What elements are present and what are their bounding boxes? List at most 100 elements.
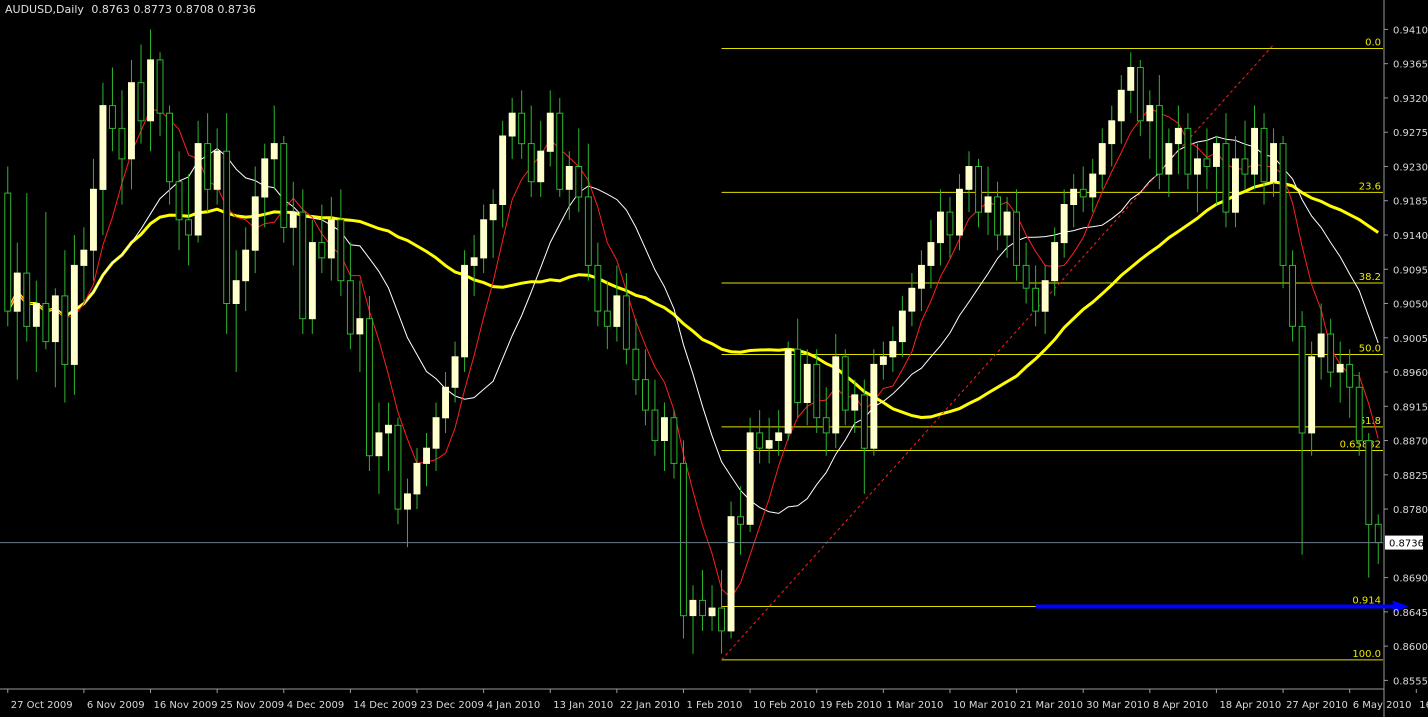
candle-body [946,211,954,236]
candle-body [575,166,583,198]
candle-body [622,295,630,350]
candle-body [965,166,973,190]
y-tick-label: 0.9185 [1393,197,1428,208]
x-tick-label: 10 Feb 2010 [753,700,815,711]
x-tick-label: 27 Apr 2010 [1286,700,1348,711]
candle-body [166,112,174,183]
candle-body [784,348,792,434]
x-tick-label: 21 Mar 2010 [1020,700,1083,711]
candle-body [1270,143,1277,183]
x-tick-label: 4 Jan 2010 [487,700,541,711]
candle-body [1279,143,1287,266]
candle-body [1032,287,1040,312]
candle-body [394,424,402,510]
candle-body [4,192,12,312]
candle-body [1041,280,1049,312]
candle-body [822,417,830,434]
candle-body [70,264,78,365]
x-tick-label: 22 Jan 2010 [620,700,680,711]
candle-body [1251,127,1258,175]
candle-body [1308,356,1316,434]
ohlc-readout: 0.8763 0.8773 0.8708 0.8736 [91,3,255,16]
candle-body [708,607,716,617]
x-tick-label: 23 Dec 2009 [420,700,484,711]
candle-body [13,272,21,312]
x-tick-label: 1 Mar 2010 [886,700,943,711]
candle-body [1003,211,1011,236]
candle-body [213,150,221,190]
candle-body [1136,67,1144,122]
candle-body [175,181,183,221]
chart-title: AUDUSD,Daily 0.8763 0.8773 0.8708 0.8736 [5,3,256,16]
candle-body [270,143,278,160]
candle-body [432,417,440,449]
candlestick-chart[interactable]: 0.023.638.250.061.80.658820.914100.0 0.9… [0,0,1428,717]
candle-body [632,348,640,381]
candle-body [118,127,126,160]
candle-body [289,211,297,228]
candle-body [613,295,621,327]
x-tick-label: 25 Nov 2009 [220,700,284,711]
candle-body [898,310,906,343]
candle-body [280,143,288,228]
x-tick-label: 27 Oct 2009 [11,700,73,711]
x-tick-label: 14 Dec 2009 [353,700,417,711]
candle-body [1089,173,1097,198]
candle-body [1241,158,1249,175]
candle-body [32,303,40,327]
candle-body [346,280,354,335]
candle-body [1194,158,1201,175]
candle-body [870,363,878,449]
x-tick-label: 18 Apr 2010 [1219,700,1281,711]
y-tick-label: 0.8915 [1393,402,1428,413]
x-tick-label: 1 Feb 2010 [686,700,742,711]
candle-body [109,105,116,129]
candle-body [1298,325,1306,434]
candle-body [385,424,392,434]
candle-body [737,516,744,525]
candle-body [1365,440,1373,525]
candle-body [137,82,145,122]
candle-body [1117,89,1125,122]
candle-body [584,196,592,266]
candle-body [841,356,849,411]
candle-body [727,516,735,632]
candle [556,97,564,197]
candle-body [1327,333,1335,373]
candle-body [661,417,668,442]
candle-body [746,432,754,525]
candle-body [1222,143,1230,213]
candle-body [1374,523,1382,544]
candle-body [1213,143,1220,167]
candle-body [42,303,50,343]
candle-body [1022,264,1030,289]
candle-body [689,599,697,617]
candle-body [1108,120,1116,145]
candle-body [1260,127,1268,183]
candle-body [1289,264,1296,327]
x-tick-label: 6 Nov 2009 [87,700,145,711]
candle-body [299,211,307,320]
candle-body [80,249,88,266]
candle-body [356,318,364,335]
y-tick-label: 0.8960 [1393,368,1428,379]
candle-body [204,143,212,190]
candle-body [480,219,488,259]
y-tick-label: 0.8555 [1393,676,1428,687]
candle-body [1184,127,1192,175]
fib-level-label: 0.65882 [1340,439,1381,450]
candle-body [1174,127,1182,145]
candle-body [23,272,31,327]
fib-level-label: 38.2 [1359,272,1381,283]
candle-body [461,264,469,358]
candle-body [128,82,135,160]
y-tick-label: 0.8600 [1393,642,1428,653]
x-tick-label: 4 Dec 2009 [287,700,345,711]
y-tick-label: 0.8870 [1393,437,1428,448]
candle-body [185,219,193,236]
candle [1279,136,1287,289]
candle [280,136,288,243]
x-tick-label: 19 Feb 2010 [820,700,882,711]
candle-body [603,310,611,327]
candle-body [1060,204,1068,244]
